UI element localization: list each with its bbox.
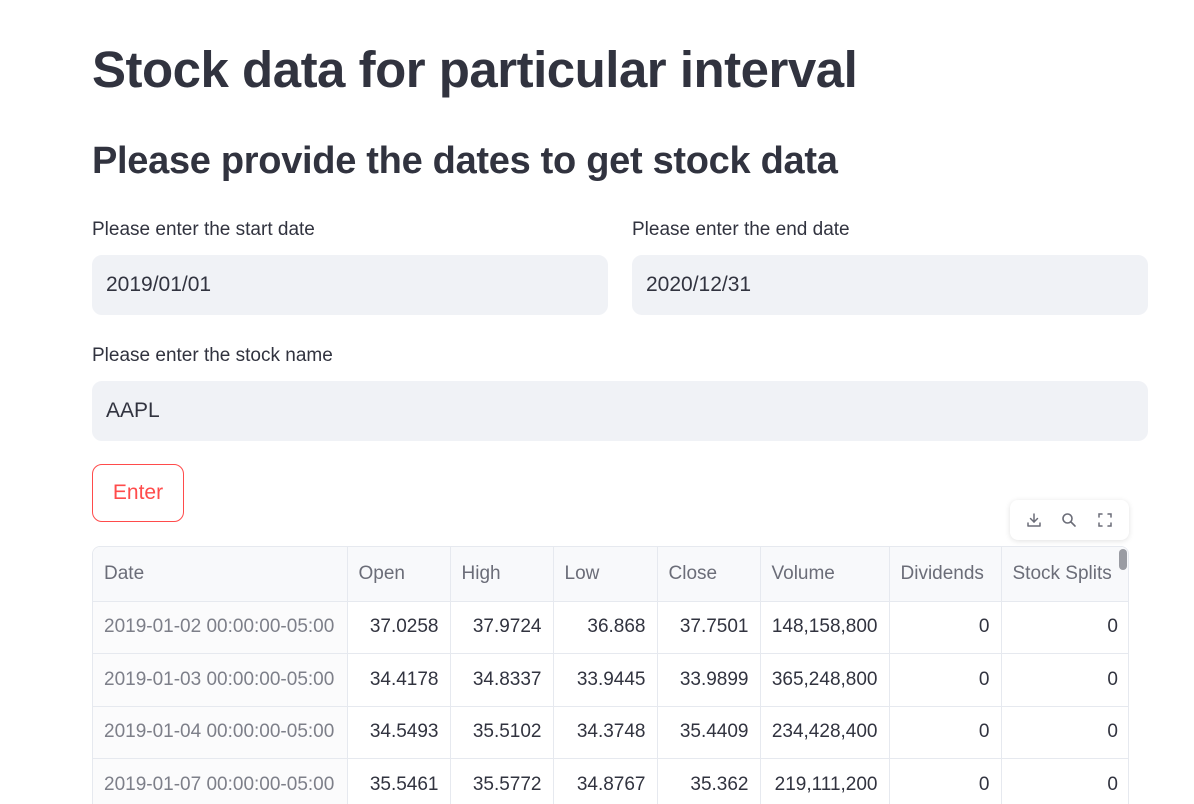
- close-cell[interactable]: 37.7501: [657, 601, 761, 654]
- column-header-open[interactable]: Open: [347, 547, 451, 602]
- start-date-label: Please enter the start date: [92, 219, 315, 240]
- volume-cell[interactable]: 219,111,200: [760, 758, 890, 804]
- page-subtitle: Please provide the dates to get stock da…: [92, 140, 838, 182]
- table-header-row: Date Open High Low Close Volume Dividend…: [93, 547, 1128, 602]
- stock-splits-cell[interactable]: 0: [1001, 601, 1128, 654]
- download-icon: [1025, 511, 1043, 529]
- open-cell[interactable]: 34.5493: [347, 706, 451, 759]
- low-cell[interactable]: 34.3748: [553, 706, 658, 759]
- search-icon: [1060, 511, 1078, 529]
- dividends-cell[interactable]: 0: [889, 706, 1002, 759]
- download-button[interactable]: [1019, 505, 1049, 535]
- table-toolbar: [1010, 500, 1129, 540]
- end-date-field[interactable]: [632, 255, 1148, 315]
- column-header-low[interactable]: Low: [553, 547, 658, 602]
- stock-splits-cell[interactable]: 0: [1001, 706, 1128, 759]
- stock-name-label: Please enter the stock name: [92, 345, 333, 366]
- page-title: Stock data for particular interval: [92, 41, 858, 98]
- low-cell[interactable]: 36.868: [553, 601, 658, 654]
- column-header-stock-splits[interactable]: Stock Splits: [1001, 547, 1128, 602]
- fullscreen-icon: [1097, 512, 1113, 528]
- fullscreen-button[interactable]: [1090, 505, 1120, 535]
- end-date-label: Please enter the end date: [632, 219, 850, 240]
- row-date-cell[interactable]: 2019-01-04 00:00:00-05:00: [93, 706, 348, 759]
- column-header-close[interactable]: Close: [657, 547, 761, 602]
- low-cell[interactable]: 34.8767: [553, 758, 658, 804]
- open-cell[interactable]: 35.5461: [347, 758, 451, 804]
- close-cell[interactable]: 33.9899: [657, 653, 761, 707]
- dividends-cell[interactable]: 0: [889, 601, 1002, 654]
- start-date-field[interactable]: [92, 255, 608, 315]
- row-date-cell[interactable]: 2019-01-03 00:00:00-05:00: [93, 653, 348, 707]
- high-cell[interactable]: 35.5102: [450, 706, 554, 759]
- volume-cell[interactable]: 365,248,800: [760, 653, 890, 707]
- column-header-high[interactable]: High: [450, 547, 554, 602]
- stock-name-input[interactable]: [93, 382, 1147, 440]
- close-cell[interactable]: 35.362: [657, 758, 761, 804]
- stock-splits-cell[interactable]: 0: [1001, 758, 1128, 804]
- dividends-cell[interactable]: 0: [889, 758, 1002, 804]
- row-date-cell[interactable]: 2019-01-02 00:00:00-05:00: [93, 601, 348, 654]
- table-row: 2019-01-04 00:00:00-05:00 34.5493 35.510…: [93, 706, 1128, 759]
- high-cell[interactable]: 35.5772: [450, 758, 554, 804]
- stock-data-table[interactable]: Date Open High Low Close Volume Dividend…: [92, 546, 1129, 804]
- dividends-cell[interactable]: 0: [889, 653, 1002, 707]
- enter-button[interactable]: Enter: [92, 464, 184, 522]
- low-cell[interactable]: 33.9445: [553, 653, 658, 707]
- open-cell[interactable]: 34.4178: [347, 653, 451, 707]
- table-row: 2019-01-02 00:00:00-05:00 37.0258 37.972…: [93, 601, 1128, 654]
- close-cell[interactable]: 35.4409: [657, 706, 761, 759]
- data-grid: Date Open High Low Close Volume Dividend…: [93, 547, 1128, 804]
- table-row: 2019-01-03 00:00:00-05:00 34.4178 34.833…: [93, 653, 1128, 707]
- column-header-date[interactable]: Date: [93, 547, 348, 602]
- stock-splits-cell[interactable]: 0: [1001, 653, 1128, 707]
- column-header-dividends[interactable]: Dividends: [889, 547, 1002, 602]
- app-page: Stock data for particular interval Pleas…: [0, 0, 1194, 804]
- high-cell[interactable]: 34.8337: [450, 653, 554, 707]
- open-cell[interactable]: 37.0258: [347, 601, 451, 654]
- volume-cell[interactable]: 234,428,400: [760, 706, 890, 759]
- column-header-volume[interactable]: Volume: [760, 547, 890, 602]
- high-cell[interactable]: 37.9724: [450, 601, 554, 654]
- table-scrollbar[interactable]: [1119, 549, 1127, 570]
- table-row: 2019-01-07 00:00:00-05:00 35.5461 35.577…: [93, 758, 1128, 804]
- search-button[interactable]: [1054, 505, 1084, 535]
- end-date-input[interactable]: [633, 256, 1147, 314]
- volume-cell[interactable]: 148,158,800: [760, 601, 890, 654]
- row-date-cell[interactable]: 2019-01-07 00:00:00-05:00: [93, 758, 348, 804]
- stock-name-field[interactable]: [92, 381, 1148, 441]
- start-date-input[interactable]: [93, 256, 607, 314]
